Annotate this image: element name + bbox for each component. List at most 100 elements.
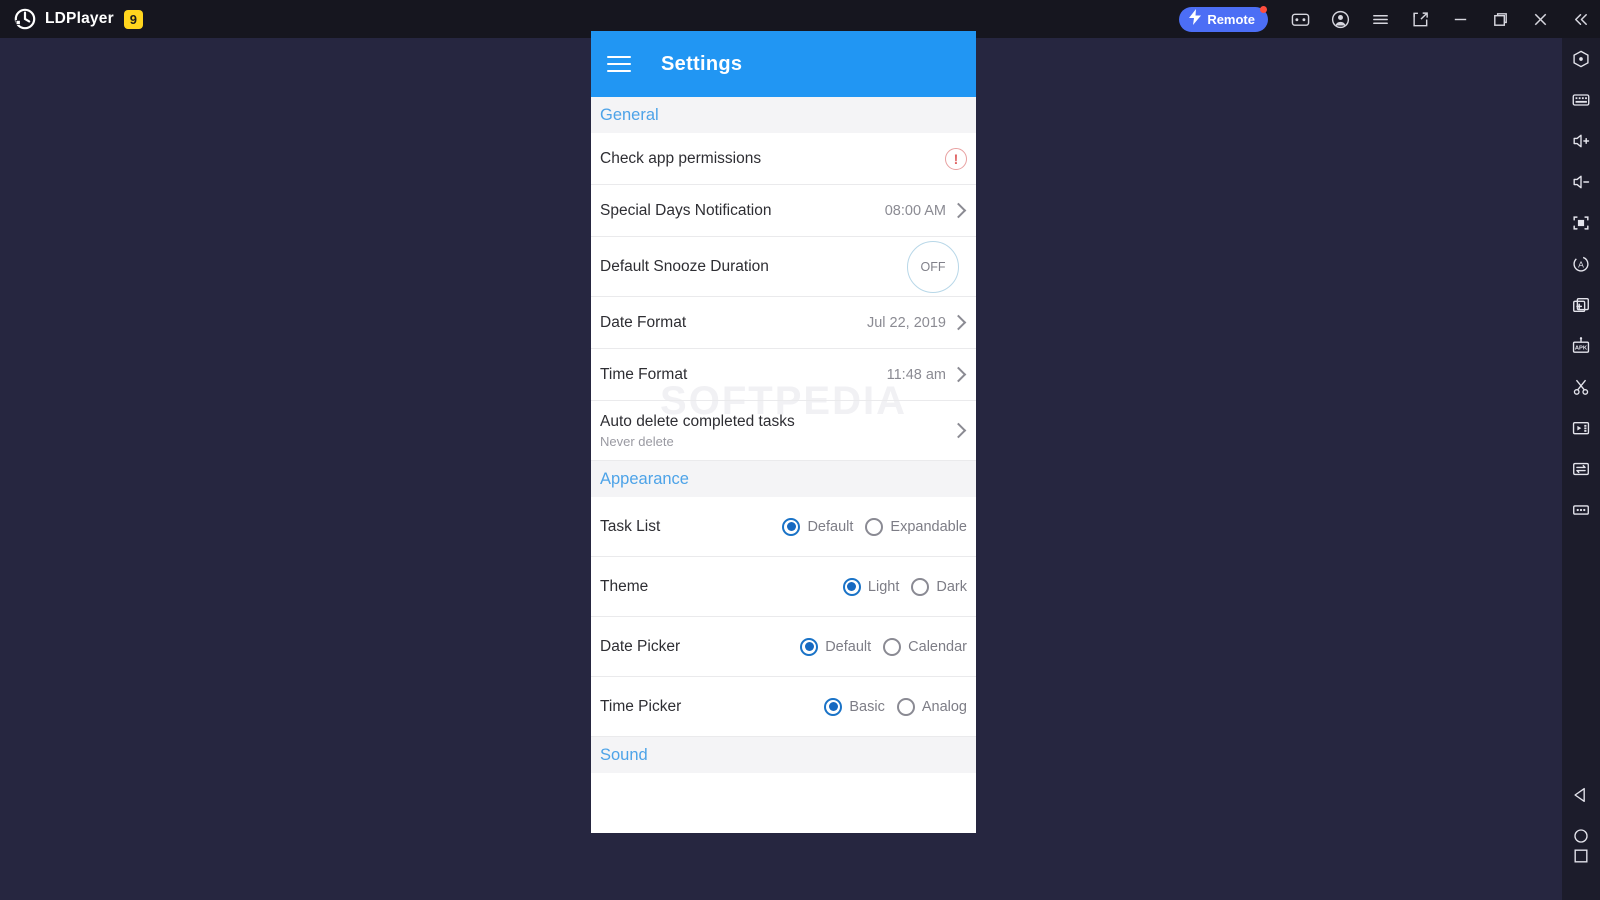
app-bar: Settings <box>591 31 976 97</box>
radio-indicator[interactable] <box>782 517 801 536</box>
row-left: Theme <box>600 578 648 596</box>
radio-indicator[interactable] <box>865 517 884 536</box>
row-title: Task List <box>600 517 661 535</box>
radio-label: Basic <box>849 698 885 715</box>
row-left: Check app permissions <box>600 150 761 168</box>
android-recents-icon[interactable] <box>1562 849 1600 900</box>
row-title: Date Format <box>600 313 687 331</box>
radio-label: Light <box>867 578 900 595</box>
collapse-icon[interactable] <box>1560 0 1600 38</box>
version-badge: 9 <box>123 9 143 29</box>
chevron-right-icon <box>950 422 967 439</box>
scissors-icon[interactable] <box>1562 366 1600 407</box>
multi-instance-icon[interactable] <box>1562 284 1600 325</box>
radio-indicator[interactable] <box>911 577 930 596</box>
auto-rotate-icon[interactable]: A <box>1562 243 1600 284</box>
row-right: 11:48 am <box>887 367 967 383</box>
row-title: Time Picker <box>600 697 682 715</box>
row-task-list: Task List Default Expandable <box>591 497 976 557</box>
fullscreen-icon[interactable] <box>1400 0 1440 38</box>
android-back-icon[interactable] <box>1562 774 1600 815</box>
row-date-format[interactable]: Date Format Jul 22, 2019 <box>591 297 976 349</box>
gamepad-icon[interactable] <box>1280 0 1320 38</box>
keyboard-icon[interactable] <box>1562 79 1600 120</box>
row-default-snooze-duration[interactable]: Default Snooze Duration OFF <box>591 237 976 297</box>
radio-option[interactable]: Light <box>842 577 900 596</box>
row-time-format[interactable]: Time Format 11:48 am <box>591 349 976 401</box>
maximize-icon[interactable] <box>1480 0 1520 38</box>
emulator-screen: Settings SOFTPEDIA General Check app per… <box>591 31 976 833</box>
radio-option[interactable]: Expandable <box>865 517 967 536</box>
chevron-right-icon <box>950 366 967 383</box>
menu-icon[interactable] <box>1360 0 1400 38</box>
remote-button[interactable]: Remote <box>1179 5 1268 32</box>
row-value: 08:00 AM <box>884 202 946 219</box>
volume-up-icon[interactable] <box>1562 120 1600 161</box>
hamburger-icon[interactable] <box>607 51 631 77</box>
radio-label: Dark <box>936 578 967 595</box>
row-left: Default Snooze Duration <box>600 258 769 276</box>
radio-option[interactable]: Basic <box>824 697 885 716</box>
radio-label: Expandable <box>890 518 967 535</box>
row-left: Time Format <box>600 366 687 384</box>
radio-option[interactable]: Default <box>782 517 854 536</box>
row-title: Theme <box>600 577 649 595</box>
volume-down-icon[interactable] <box>1562 161 1600 202</box>
row-title: Default Snooze Duration <box>600 257 769 275</box>
radio-group-time-picker: Basic Analog <box>824 697 967 716</box>
shake-icon[interactable] <box>1562 38 1600 79</box>
radio-indicator[interactable] <box>883 637 902 656</box>
row-title: Check app permissions <box>600 149 762 167</box>
radio-indicator[interactable] <box>842 577 861 596</box>
video-record-icon[interactable] <box>1562 407 1600 448</box>
radio-option[interactable]: Default <box>800 637 872 656</box>
row-title: Auto delete completed tasks <box>600 412 795 430</box>
snooze-toggle[interactable]: OFF <box>907 240 959 293</box>
warning-icon[interactable]: ! <box>945 147 967 170</box>
radio-label: Analog <box>921 698 967 715</box>
radio-option[interactable]: Dark <box>911 577 967 596</box>
page-title: Settings <box>661 52 743 75</box>
radio-group-theme: Light Dark <box>842 577 967 596</box>
file-transfer-icon[interactable] <box>1562 448 1600 489</box>
brand-name: LDPlayer <box>45 10 114 27</box>
radio-label: Default <box>807 518 854 535</box>
row-right: 08:00 AM <box>885 203 967 219</box>
row-right <box>950 422 967 439</box>
row-left: Time Picker <box>600 698 681 716</box>
radio-option[interactable]: Analog <box>896 697 967 716</box>
section-header-sound: Sound <box>591 737 976 773</box>
row-left: Special Days Notification <box>600 202 771 220</box>
row-date-picker: Date Picker Default Calendar <box>591 617 976 677</box>
row-time-picker: Time Picker Basic Analog <box>591 677 976 737</box>
svg-text:APK: APK <box>1575 345 1588 351</box>
svg-text:A: A <box>1578 259 1584 269</box>
ldplayer-logo-icon <box>14 8 36 30</box>
radio-group-date-picker: Default Calendar <box>800 637 967 656</box>
row-auto-delete-completed-tasks[interactable]: Auto delete completed tasks Never delete <box>591 401 976 461</box>
row-left: Task List <box>600 518 660 536</box>
row-special-days-notification[interactable]: Special Days Notification 08:00 AM <box>591 185 976 237</box>
screenshot-icon[interactable] <box>1562 202 1600 243</box>
settings-list: SOFTPEDIA General Check app permissions … <box>591 97 976 833</box>
minimize-icon[interactable] <box>1440 0 1480 38</box>
row-check-app-permissions[interactable]: Check app permissions ! <box>591 133 976 185</box>
radio-indicator[interactable] <box>800 637 819 656</box>
account-icon[interactable] <box>1320 0 1360 38</box>
titlebar-controls: Remote <box>1179 0 1600 38</box>
radio-label: Default <box>825 638 872 655</box>
row-left: Date Picker <box>600 638 680 656</box>
row-title: Time Format <box>600 365 688 383</box>
ldplayer-window: LDPlayer 9 Remote A APK Settings SOFTPED… <box>0 0 1600 900</box>
row-subtitle: Never delete <box>600 433 674 449</box>
apk-install-icon[interactable]: APK <box>1562 325 1600 366</box>
more-options-icon[interactable] <box>1562 489 1600 530</box>
row-right: OFF <box>907 240 967 293</box>
radio-option[interactable]: Calendar <box>883 637 967 656</box>
radio-indicator[interactable] <box>896 697 915 716</box>
radio-group-task-list: Default Expandable <box>782 517 967 536</box>
radio-indicator[interactable] <box>824 697 843 716</box>
close-icon[interactable] <box>1520 0 1560 38</box>
row-value: 11:48 am <box>886 366 946 383</box>
row-title: Date Picker <box>600 637 681 655</box>
